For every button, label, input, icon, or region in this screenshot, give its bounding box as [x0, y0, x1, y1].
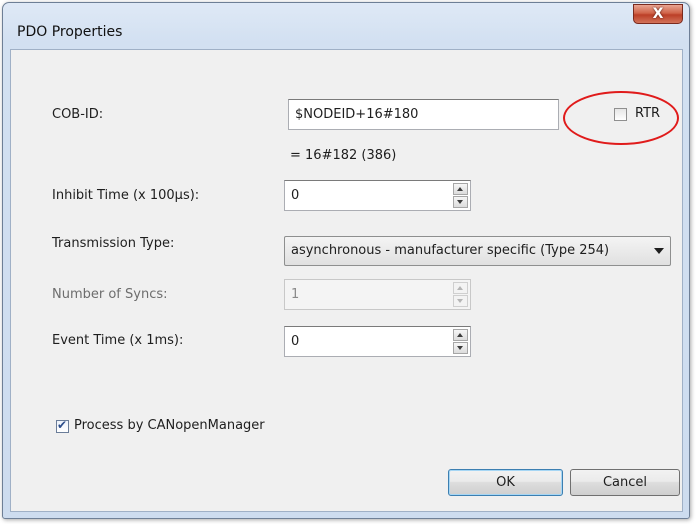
transmission-type-select[interactable]: asynchronous - manufacturer specific (Ty…: [284, 236, 671, 266]
dialog-title: PDO Properties: [17, 24, 123, 40]
spin-up-icon[interactable]: [453, 183, 468, 195]
event-time-input[interactable]: 0: [284, 326, 471, 357]
cob-id-label: COB-ID:: [52, 107, 104, 122]
spin-up-icon: [453, 282, 468, 294]
pdo-properties-dialog: PDO Properties X COB-ID: $NODEID+16#180 …: [2, 2, 690, 519]
cancel-button[interactable]: Cancel: [570, 469, 680, 496]
number-of-syncs-label: Number of Syncs:: [52, 287, 168, 302]
spin-down-icon[interactable]: [453, 342, 468, 354]
event-time-value: 0: [291, 334, 300, 349]
transmission-type-value: asynchronous - manufacturer specific (Ty…: [291, 243, 610, 258]
process-by-canopenmanager-label: Process by CANopenManager: [74, 418, 265, 433]
chevron-down-icon: [654, 248, 664, 254]
number-of-syncs-value: 1: [291, 287, 300, 302]
transmission-type-label: Transmission Type:: [52, 236, 175, 251]
inhibit-time-input[interactable]: 0: [284, 180, 471, 211]
close-button[interactable]: X: [633, 4, 683, 24]
process-by-canopenmanager-checkbox[interactable]: [56, 418, 69, 433]
inhibit-time-label: Inhibit Time (x 100µs):: [52, 188, 200, 203]
spin-down-icon[interactable]: [453, 196, 468, 208]
event-time-label: Event Time (x 1ms):: [52, 333, 184, 348]
number-of-syncs-input: 1: [284, 279, 471, 310]
spin-up-icon[interactable]: [453, 329, 468, 341]
cob-id-input[interactable]: $NODEID+16#180: [288, 99, 559, 130]
inhibit-time-spinner[interactable]: [453, 183, 468, 208]
event-time-spinner[interactable]: [453, 329, 468, 354]
inhibit-time-value: 0: [291, 188, 300, 203]
spin-down-icon: [453, 295, 468, 307]
close-icon: X: [652, 6, 664, 22]
number-of-syncs-spinner: [453, 282, 468, 307]
rtr-highlight-circle: [563, 91, 679, 145]
cob-id-result: = 16#182 (386): [290, 148, 397, 163]
ok-button[interactable]: OK: [448, 469, 563, 496]
